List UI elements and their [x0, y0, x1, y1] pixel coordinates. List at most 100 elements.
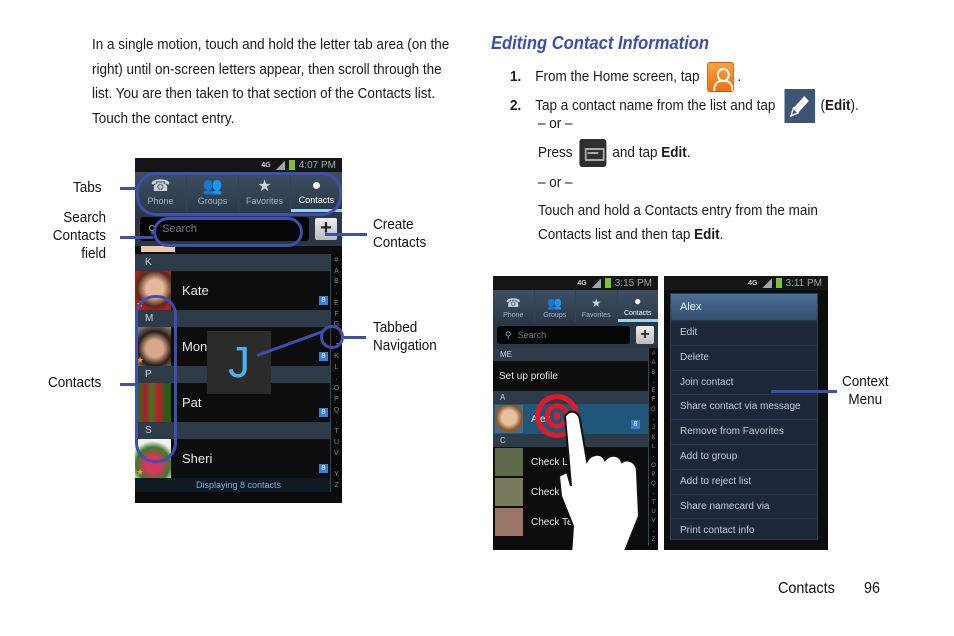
label-line: Context — [842, 373, 889, 390]
callout-line — [120, 187, 138, 190]
index-letter[interactable]: # — [652, 351, 655, 357]
tab-contacts[interactable]: ● Contacts — [617, 290, 658, 322]
partial-row — [135, 246, 342, 254]
label-search-contacts-field: Search Contacts field — [47, 209, 106, 263]
context-menu-item[interactable]: Remove from Favorites — [671, 419, 817, 444]
contact-name: Kate — [182, 283, 209, 298]
index-letter[interactable]: . — [336, 375, 338, 382]
context-menu-item[interactable]: Edit — [671, 320, 817, 345]
label-create-contacts: Create Contacts — [373, 216, 426, 252]
step-1: 1. From the Home screen, tap . — [510, 62, 741, 92]
index-letter[interactable]: Q — [334, 407, 339, 414]
context-menu-item[interactable]: Add to group — [671, 443, 817, 469]
index-letter[interactable]: A — [651, 360, 655, 366]
label-line: Navigation — [373, 337, 437, 354]
battery-icon — [604, 278, 611, 288]
intro-paragraph: In a single motion, touch and hold the l… — [92, 36, 450, 127]
default-avatar-icon — [495, 448, 523, 476]
index-highlight — [320, 325, 344, 349]
tab-phone[interactable]: ☎ Phone — [493, 290, 535, 322]
index-letter[interactable]: . — [653, 379, 655, 385]
index-letter[interactable]: E — [334, 300, 339, 307]
step-text: Contacts list and then tap — [538, 226, 691, 243]
index-letter[interactable]: L — [335, 364, 339, 371]
label-tabbed-navigation: Tabbed Navigation — [373, 319, 437, 355]
index-letter[interactable]: . — [336, 460, 338, 467]
label-line: Search — [63, 209, 106, 226]
pencil-edit-icon — [784, 89, 816, 123]
index-letter[interactable]: E — [651, 388, 655, 394]
contacts-app-icon — [706, 62, 734, 92]
index-letter[interactable]: V — [334, 450, 339, 457]
index-letter[interactable]: F — [652, 397, 656, 403]
context-menu-item[interactable]: Share contact via message — [671, 394, 817, 419]
context-menu-items: Edit Delete Join contact Share contact via … — [671, 320, 817, 543]
step-text: . — [737, 67, 742, 85]
setup-profile-row[interactable]: Set up profile — [493, 361, 658, 391]
create-contact-button[interactable]: + — [315, 218, 337, 240]
phone-icon: ☎ — [505, 295, 521, 310]
context-menu-item[interactable]: Delete — [671, 344, 817, 370]
create-contact-button[interactable]: + — [636, 326, 654, 344]
search-highlight — [153, 217, 303, 247]
context-menu-item[interactable]: Print contact info — [671, 518, 817, 543]
label-tabs: Tabs — [73, 179, 102, 196]
context-menu-item[interactable]: Share namecard via — [671, 493, 817, 519]
index-letter[interactable]: Y — [334, 471, 339, 478]
label-line: field — [81, 245, 106, 262]
index-letter[interactable]: . — [336, 289, 338, 296]
label-line: Tabbed — [373, 319, 418, 336]
step-text: From the Home screen, tap — [535, 67, 700, 85]
context-menu: Alex Edit Delete Join contact Share contact… — [670, 293, 818, 540]
letter-index-bar[interactable]: # A B. E F G. J K L. O P Q. T U V. Y Z — [330, 254, 342, 492]
index-letter[interactable]: U — [334, 439, 339, 446]
step-text: Press — [538, 143, 573, 161]
label-contacts: Contacts — [48, 374, 102, 391]
search-input[interactable]: ⚲ Search — [497, 326, 630, 344]
footer-section: Contacts — [778, 580, 835, 597]
index-letter[interactable]: T — [334, 428, 338, 435]
contacts-touch-screenshot: 4G 3:15 PM ☎ Phone 👥 Groups ★ Favorites ● Co… — [493, 276, 658, 550]
index-letter[interactable]: . — [336, 418, 338, 425]
index-letter[interactable]: F — [334, 311, 338, 318]
section-header: ME — [493, 348, 658, 361]
status-time: 4:07 PM — [298, 159, 336, 171]
context-menu-item[interactable]: Add to reject list — [671, 468, 817, 494]
section-title: Editing Contact Information — [491, 33, 710, 53]
index-letter[interactable]: Z — [334, 482, 338, 489]
contacts-count: Displaying 8 contacts — [135, 478, 342, 492]
tab-groups[interactable]: 👥 Groups — [535, 290, 576, 322]
step-number: 2. — [510, 96, 522, 114]
person-icon: ● — [634, 294, 642, 308]
tab-favorites[interactable]: ★ Favorites — [576, 290, 618, 322]
touch-instruction-line1: Touch and hold a Contacts entry from the… — [538, 202, 818, 219]
index-letter[interactable]: A — [334, 268, 339, 275]
index-letter[interactable]: O — [334, 385, 339, 392]
or-separator: – or – — [538, 115, 573, 132]
signal-icon — [274, 160, 285, 170]
label-line: Menu — [848, 391, 883, 408]
search-row: ⚲ Search + — [493, 322, 658, 348]
touch-instruction-line2: Contacts list and then tap Edit. — [538, 226, 723, 243]
step-text: and tap — [612, 143, 658, 161]
label-line: Contacts — [373, 234, 427, 251]
avatar — [495, 405, 523, 433]
index-letter[interactable]: # — [335, 257, 339, 264]
press-instruction: Press and tap Edit. — [538, 139, 690, 167]
index-letter[interactable]: B — [334, 278, 339, 285]
default-avatar-icon — [495, 508, 523, 536]
contacts-highlight — [135, 295, 177, 463]
page-number: 96 — [864, 580, 881, 597]
signal-icon — [590, 278, 601, 288]
edit-keyword: Edit — [661, 143, 687, 161]
tab-label: Groups — [543, 311, 567, 319]
callout-line — [344, 336, 366, 339]
index-letter[interactable]: K — [334, 353, 339, 360]
contact-name: Mon — [182, 339, 208, 354]
tab-label: Contacts — [623, 310, 652, 317]
step-text: . — [686, 143, 691, 161]
index-letter[interactable]: B — [651, 370, 655, 376]
or-separator: – or – — [538, 174, 573, 191]
menu-key-icon — [578, 139, 606, 167]
index-letter[interactable]: P — [334, 396, 339, 403]
